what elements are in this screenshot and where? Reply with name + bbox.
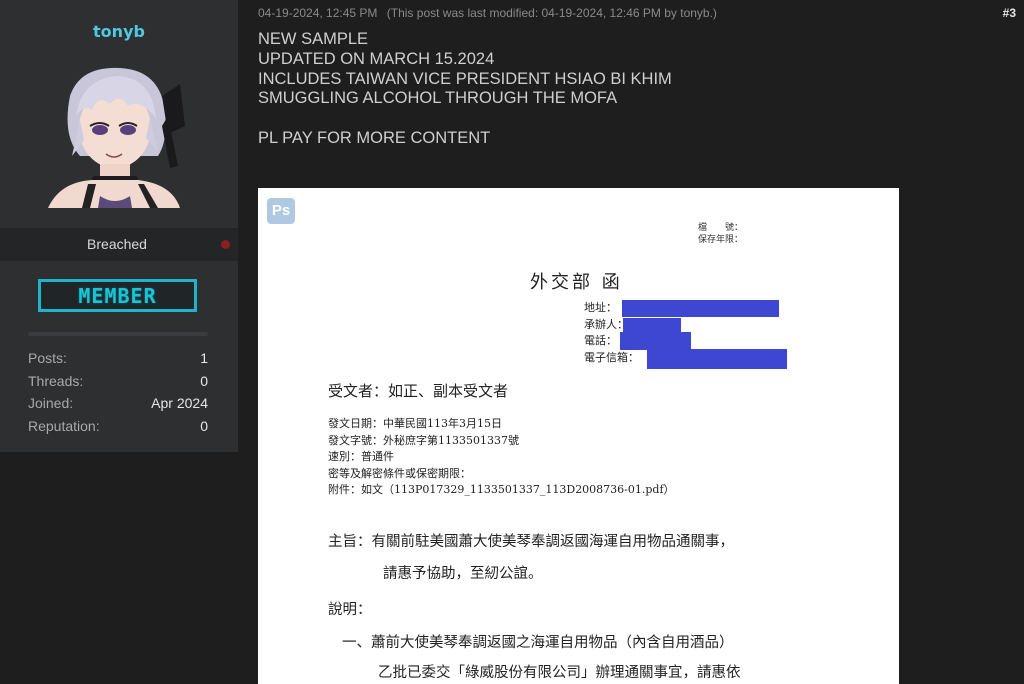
item-line: 乙批已委交「綠威股份有限公司」辦理通關事宜，請惠依 xyxy=(378,665,741,681)
attached-document-image[interactable]: Ps 檔 號： 保存年限： 外交部 函 地址： 承辦人： 電話： 電子信箱： 受… xyxy=(258,188,899,684)
redaction-officer xyxy=(623,318,681,333)
post-meta: 04-19-2024, 12:45 PM (This post was last… xyxy=(258,6,717,20)
user-avatar[interactable] xyxy=(40,56,190,208)
post-date: 04-19-2024, 12:45 PM xyxy=(258,6,378,20)
sidebar-divider xyxy=(28,332,208,336)
document-subject: 主旨：有關前駐美國蕭大使美琴奉調返國海運自用物品通關事， 請惠予協助，至紉公誼。 xyxy=(328,526,734,590)
stat-value: 0 xyxy=(200,372,208,389)
user-rank-bar: Breached xyxy=(0,228,238,261)
issue-date: 發文日期：中華民國113年3月15日 xyxy=(328,417,502,430)
stat-value: 1 xyxy=(200,350,208,366)
contact-email-label: 電子信箱： xyxy=(584,350,639,364)
post-line: SMUGGLING ALCOHOL THROUGH THE MOFA xyxy=(258,89,618,108)
stat-value: 0 xyxy=(200,418,208,435)
redaction-email xyxy=(647,349,787,369)
stat-label: Threads: xyxy=(28,372,84,389)
member-badge-text: MEMBER xyxy=(78,283,157,308)
file-number-label: 檔 號： xyxy=(698,223,744,233)
document-item-one: 一、蕭前大使美琴奉調返國之海運自用物品（內含自用酒品） 乙批已委交「綠威股份有限… xyxy=(342,628,741,684)
subject-line: 請惠予協助，至紉公誼。 xyxy=(383,566,543,582)
document-meta-block: 發文日期：中華民國113年3月15日 發文字號：外秘庶字第1133501337號… xyxy=(328,416,675,499)
user-profile-sidebar: tonyb Breached MEMBER Posts: 1 Threads: … xyxy=(0,0,238,452)
document-recipient: 受文者：如正、副本受文者 xyxy=(328,382,509,400)
stat-label: Reputation: xyxy=(28,418,100,435)
post-line: NEW SAMPLE xyxy=(258,30,369,48)
post-modified-note: (This post was last modified: 04-19-2024… xyxy=(386,6,717,20)
subject-line: 主旨：有關前駐美國蕭大使美琴奉調返國海運自用物品通關事， xyxy=(328,534,734,550)
stat-joined: Joined: Apr 2024 xyxy=(28,393,208,416)
offline-status-indicator xyxy=(221,240,230,249)
document-explain-label: 說明： xyxy=(328,602,372,618)
stat-label: Joined: xyxy=(28,395,74,412)
stat-value: Apr 2024 xyxy=(151,395,208,412)
item-line: 一、蕭前大使美琴奉調返國之海運自用物品（內含自用酒品） xyxy=(342,635,734,651)
username-link[interactable]: tonyb xyxy=(0,22,238,41)
issue-number: 發文字號：外秘庶字第1133501337號 xyxy=(328,433,519,447)
post-cta: PL PAY FOR MORE CONTENT xyxy=(258,128,491,147)
document-file-meta: 檔 號： 保存年限： xyxy=(698,222,743,246)
stat-posts: Posts: 1 xyxy=(28,348,208,371)
user-rank-label: Breached xyxy=(87,236,147,252)
member-rank-badge: MEMBER xyxy=(38,279,197,312)
attachment: 附件：如文（113P017329_1133501337_113D2008736-… xyxy=(328,483,675,496)
stat-threads: Threads: 0 xyxy=(28,371,208,394)
photoshop-icon: Ps xyxy=(267,198,295,224)
redaction-phone xyxy=(620,332,691,350)
stat-reputation: Reputation: 0 xyxy=(28,416,208,439)
redaction-address xyxy=(622,300,779,317)
post-body: NEW SAMPLE UPDATED ON MARCH 15.2024 INCL… xyxy=(258,30,672,149)
classification: 密等及解密條件或保密期限： xyxy=(328,466,471,480)
post-line: UPDATED ON MARCH 15.2024 xyxy=(258,49,495,68)
avatar-illustration xyxy=(48,67,185,208)
user-stats: Posts: 1 Threads: 0 Joined: Apr 2024 Rep… xyxy=(28,348,208,439)
post-number-link[interactable]: #3 xyxy=(1003,6,1016,20)
post-line: INCLUDES TAIWAN VICE PRESIDENT HSIAO BI … xyxy=(258,69,672,88)
retention-label: 保存年限： xyxy=(698,235,744,245)
stat-label: Posts: xyxy=(28,350,67,366)
document-title: 外交部 函 xyxy=(530,272,623,293)
priority: 速別：普通件 xyxy=(328,450,394,463)
